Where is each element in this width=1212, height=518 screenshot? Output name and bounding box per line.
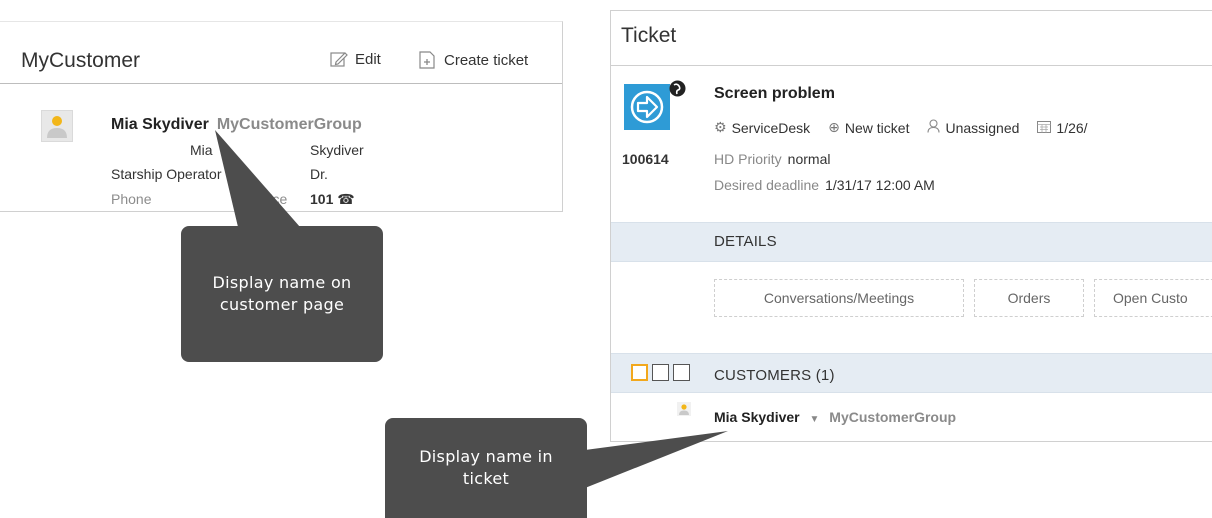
callout-customer-page-text: Display name on customer page xyxy=(212,273,352,314)
callout-tail-ticket xyxy=(585,431,728,488)
callout-ticket-text: Display name in ticket xyxy=(419,447,553,488)
callout-tail-customer xyxy=(215,130,300,227)
callout-customer-page: Display name on customer page xyxy=(181,226,383,362)
callout-ticket: Display name in ticket xyxy=(385,418,587,518)
